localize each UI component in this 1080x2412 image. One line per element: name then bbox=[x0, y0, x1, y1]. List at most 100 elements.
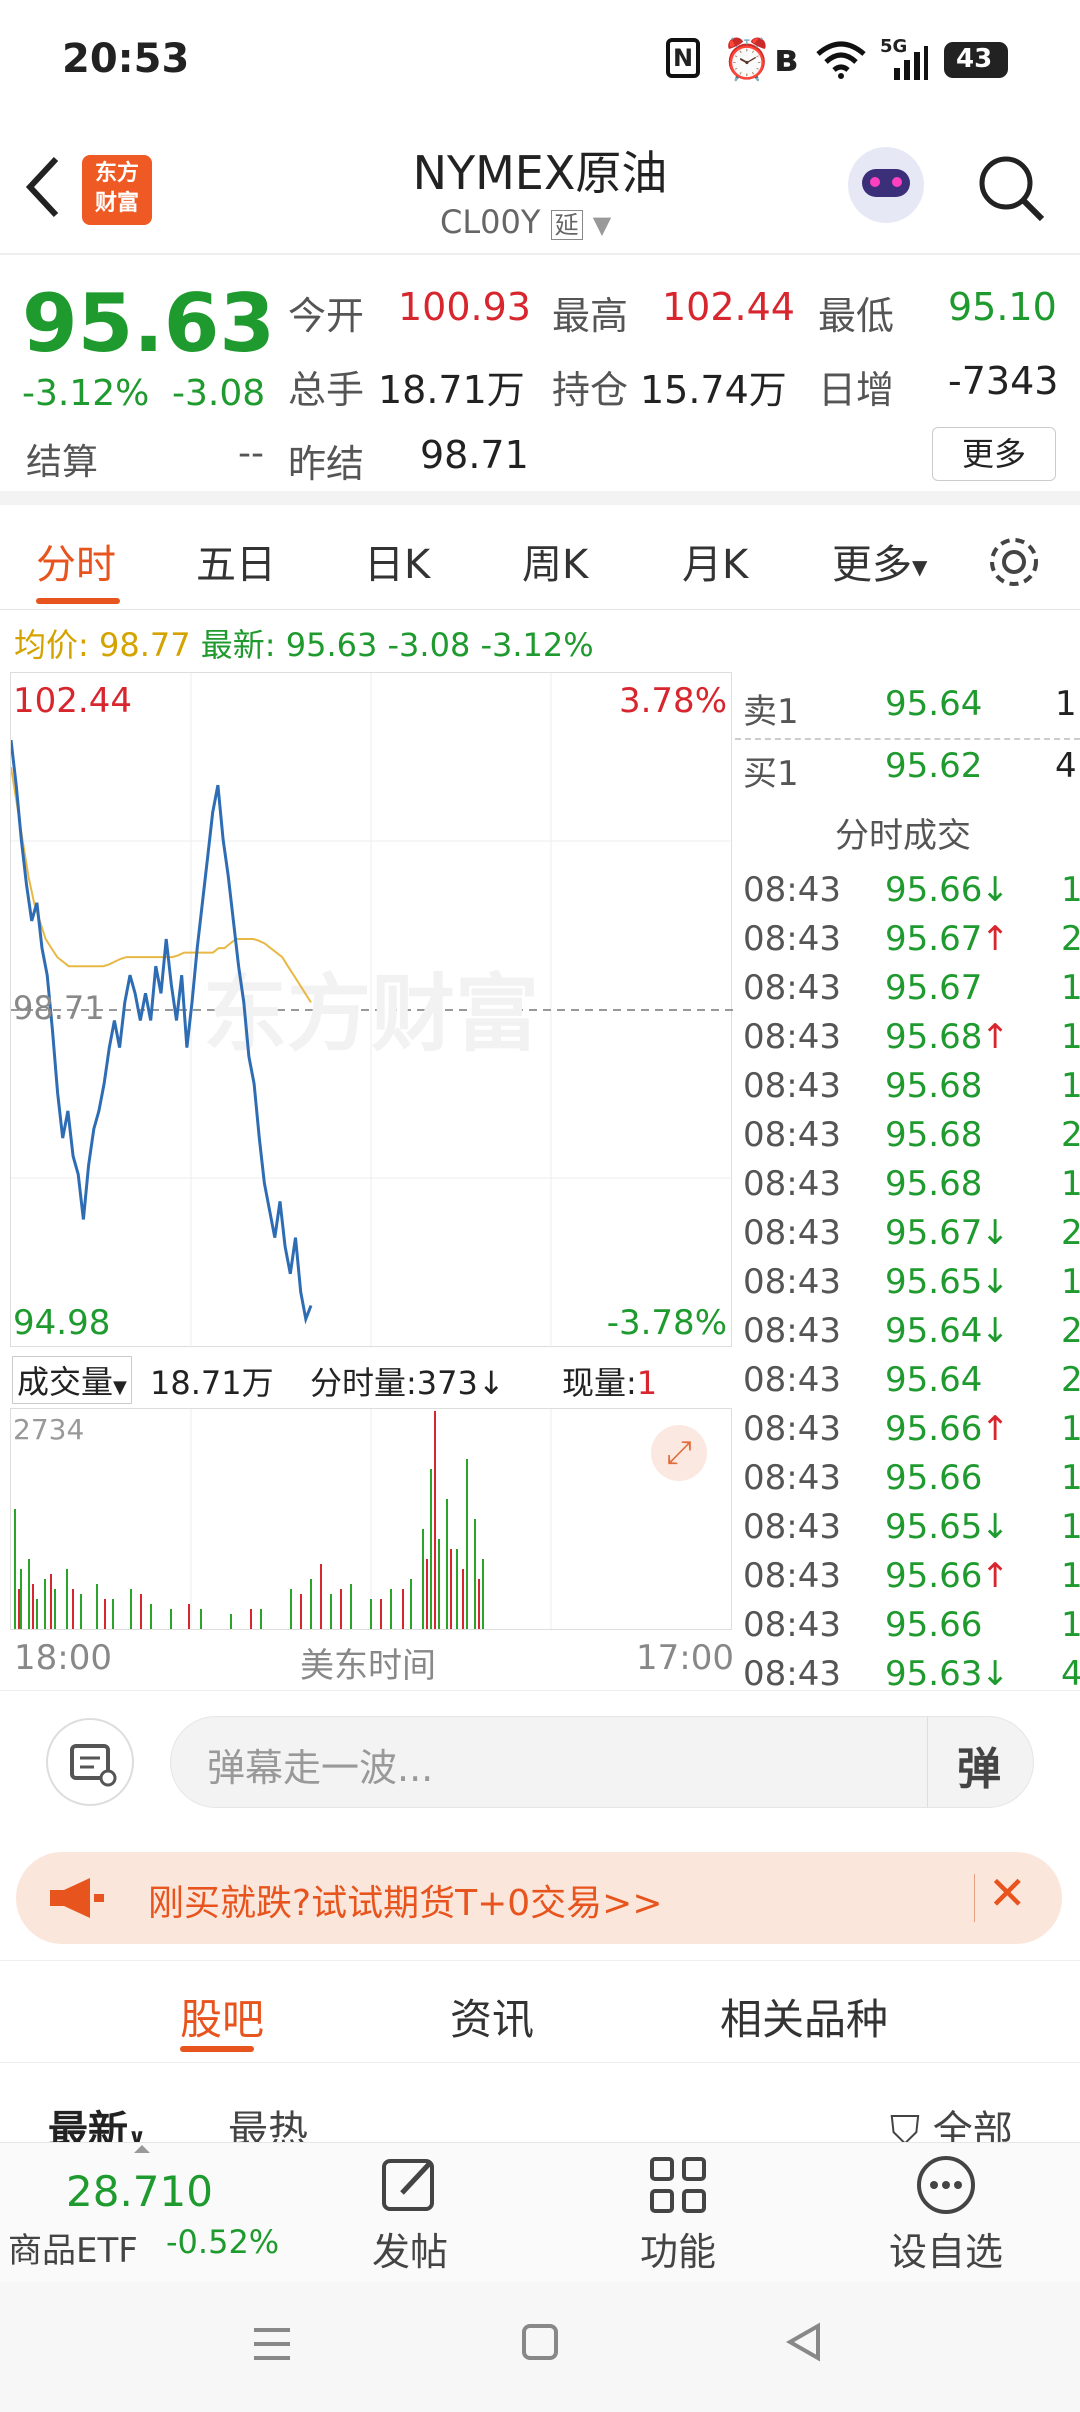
trade-direction: ↓ bbox=[981, 870, 1010, 910]
nfc-icon: N bbox=[666, 38, 700, 78]
tab-daily-k[interactable]: 日K bbox=[364, 532, 430, 590]
trade-row: 08:43 95.66 ↑ 1 bbox=[735, 1550, 1080, 1599]
expand-icon[interactable]: ⤢ bbox=[651, 1425, 707, 1481]
trade-row: 08:43 95.68 1 bbox=[735, 1060, 1080, 1109]
intraday-chart[interactable]: 东方财富 102.44 3.78% 98.71 94.98 -3.78% bbox=[10, 672, 733, 1348]
menu-icon[interactable] bbox=[250, 2324, 294, 2364]
trade-price: 95.67 bbox=[885, 968, 983, 1008]
daily-change-label: 日增 bbox=[818, 368, 895, 412]
trade-row: 08:43 95.67 ↑ 2 bbox=[735, 913, 1080, 962]
trade-price: 95.67 bbox=[885, 919, 983, 959]
function-button[interactable]: 功能 bbox=[628, 2153, 728, 2276]
low-value: 95.10 bbox=[948, 285, 1057, 329]
tab-news[interactable]: 资讯 bbox=[450, 1986, 534, 2047]
trade-price: 95.67 bbox=[885, 1213, 983, 1253]
trade-price: 95.64 bbox=[885, 1311, 983, 1351]
tab-intraday[interactable]: 分时 bbox=[36, 532, 116, 590]
latest-label: 最新: bbox=[200, 626, 276, 664]
latest-percent: -3.12% bbox=[480, 626, 594, 664]
trade-volume: 2 bbox=[1061, 1213, 1080, 1253]
trade-row: 08:43 95.68 ↑ 1 bbox=[735, 1011, 1080, 1060]
tab-related[interactable]: 相关品种 bbox=[720, 1986, 888, 2047]
tab-monthly-k[interactable]: 月K bbox=[682, 532, 748, 590]
trade-row: 08:43 95.64 2 bbox=[735, 1354, 1080, 1403]
back-icon[interactable] bbox=[22, 155, 62, 219]
order-book: 卖1 95.64 1 买1 95.62 4 分时成交 08:43 95.66 ↓ 1 08:43… bbox=[735, 672, 1080, 1694]
trade-row: 08:43 95.68 1 bbox=[735, 1158, 1080, 1207]
fs-volume: 分时量:373↓ bbox=[310, 1364, 505, 1402]
more-info-button[interactable]: 更多 bbox=[932, 427, 1056, 481]
trade-price: 95.68 bbox=[885, 1164, 983, 1204]
trade-price: 95.64 bbox=[885, 1360, 983, 1400]
grid-icon bbox=[650, 2157, 706, 2213]
avg-latest-line: 均价: 98.77 最新: 95.63 -3.08 -3.12% bbox=[14, 620, 594, 666]
settings-gear-icon[interactable] bbox=[986, 534, 1042, 590]
post-button[interactable]: 发帖 bbox=[360, 2153, 460, 2276]
trade-price: 95.68 bbox=[885, 1017, 983, 1057]
add-watchlist-button[interactable]: 设自选 bbox=[876, 2153, 1016, 2276]
y-max-label: 102.44 bbox=[13, 681, 132, 721]
trade-volume: 1 bbox=[1061, 1507, 1080, 1547]
volume-total: 18.71万 bbox=[150, 1364, 274, 1402]
change-percent: -3.12% bbox=[22, 373, 150, 414]
search-icon[interactable] bbox=[976, 153, 1046, 223]
top-header: 东方 财富 NYMEX原油 CL00Y 延 ▼ bbox=[0, 125, 1080, 255]
system-nav-bar bbox=[0, 2282, 1080, 2412]
trade-price: 95.65 bbox=[885, 1262, 983, 1302]
divider bbox=[0, 1690, 1080, 1691]
trade-row: 08:43 95.65 ↓ 1 bbox=[735, 1501, 1080, 1550]
tab-forum[interactable]: 股吧 bbox=[180, 1986, 264, 2047]
trade-volume: 2 bbox=[1061, 919, 1080, 959]
trade-price: 95.66 bbox=[885, 870, 983, 910]
trade-volume: 1 bbox=[1061, 1556, 1080, 1596]
high-label: 最高 bbox=[552, 294, 629, 338]
trade-volume: 2 bbox=[1061, 1115, 1080, 1155]
danmu-button[interactable]: 弹 bbox=[957, 1733, 1001, 1797]
divider bbox=[0, 2062, 1080, 2063]
back-nav-icon[interactable] bbox=[784, 2322, 824, 2362]
home-icon[interactable] bbox=[520, 2322, 560, 2362]
trade-volume: 1 bbox=[1061, 1017, 1080, 1057]
current-volume: 现量:1 bbox=[562, 1364, 658, 1402]
danmu-input[interactable]: 弹幕走一波... 弹 bbox=[170, 1716, 1034, 1808]
avg-label: 均价: bbox=[14, 626, 89, 664]
volume-bars-svg bbox=[14, 1409, 552, 1629]
settle-label: 结算 bbox=[26, 442, 99, 483]
avg-value: 98.77 bbox=[98, 626, 191, 664]
trade-volume: 4 bbox=[1061, 1654, 1080, 1694]
prev-settle-value: 98.71 bbox=[420, 433, 529, 477]
tab-more[interactable]: 更多▼ bbox=[832, 532, 927, 590]
trade-time: 08:43 bbox=[743, 870, 841, 910]
trade-direction: ↑ bbox=[981, 1409, 1010, 1449]
trade-time: 08:43 bbox=[743, 968, 841, 1008]
divider bbox=[0, 1960, 1080, 1961]
bottom-toolbar: 28.710 商品ETF -0.52% 发帖 功能 设自选 bbox=[0, 2142, 1080, 2282]
latest-change: -3.08 bbox=[387, 626, 471, 664]
delay-badge: 延 bbox=[550, 210, 583, 240]
robot-assistant-avatar[interactable] bbox=[848, 147, 924, 223]
volume-selector[interactable]: 成交量▼ bbox=[12, 1356, 132, 1404]
trade-time: 08:43 bbox=[743, 1654, 841, 1694]
contract-code[interactable]: CL00Y 延 ▼ bbox=[440, 203, 611, 241]
y-min-label: 94.98 bbox=[13, 1303, 111, 1343]
x-mid-label: 美东时间 bbox=[300, 1646, 436, 1686]
trade-price: 95.66 bbox=[885, 1556, 983, 1596]
alarm-icon: ⏰ bbox=[722, 37, 772, 83]
bid-row: 买1 95.62 4 bbox=[743, 746, 1077, 794]
trade-price: 95.63 bbox=[885, 1654, 983, 1694]
comment-settings-icon[interactable] bbox=[46, 1718, 134, 1806]
clock: 20:53 bbox=[62, 36, 190, 82]
tab-weekly-k[interactable]: 周K bbox=[522, 532, 588, 590]
promo-banner[interactable]: 刚买就跌?试试期货T+0交易>> ✕ bbox=[16, 1852, 1062, 1944]
open-interest-label: 持仓 bbox=[552, 368, 629, 412]
trade-volume: 1 bbox=[1061, 1605, 1080, 1645]
settle-value: -- bbox=[238, 433, 264, 474]
trade-price: 95.66 bbox=[885, 1605, 983, 1645]
trade-row: 08:43 95.67 1 bbox=[735, 962, 1080, 1011]
close-icon[interactable]: ✕ bbox=[988, 1866, 1027, 1920]
trade-time: 08:43 bbox=[743, 1409, 841, 1449]
trade-volume: 1 bbox=[1061, 1458, 1080, 1498]
promo-text: 刚买就跌?试试期货T+0交易>> bbox=[148, 1883, 663, 1924]
tab-five-day[interactable]: 五日 bbox=[196, 532, 276, 590]
etf-quote[interactable]: 28.710 商品ETF -0.52% bbox=[0, 2143, 280, 2283]
